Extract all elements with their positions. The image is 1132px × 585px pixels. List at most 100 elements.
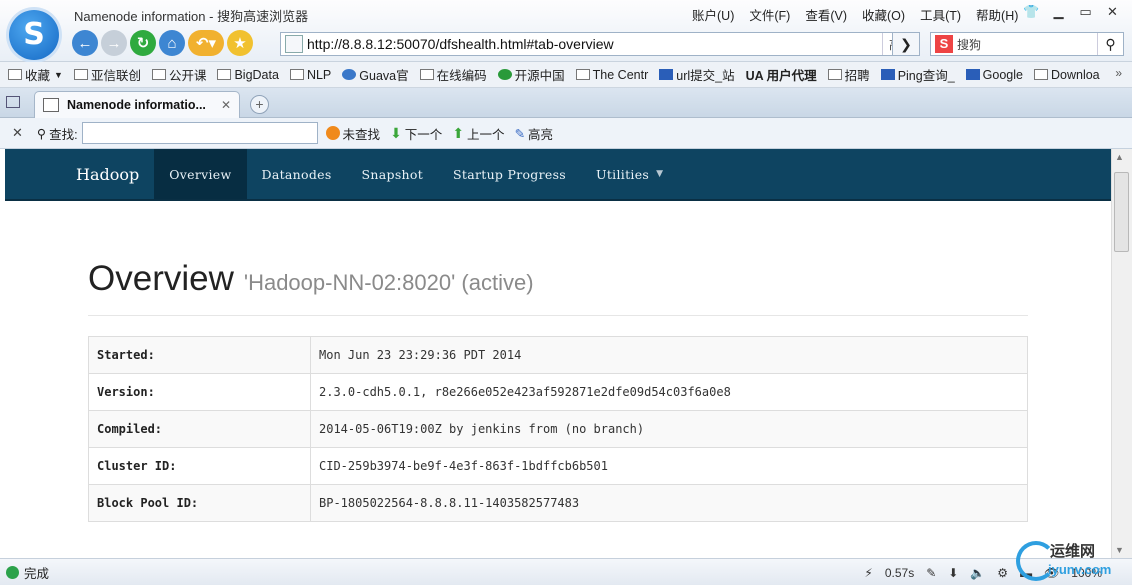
magnifier-icon: ⚲ [36, 126, 47, 141]
bookmark-item[interactable]: 在线编码 [419, 65, 487, 84]
bookmark-favorites[interactable]: 收藏 ▼ [8, 65, 63, 84]
vertical-scrollbar[interactable]: ▲ ▼ [1111, 149, 1132, 558]
find-next-button[interactable]: ⬇ 下一个 [390, 124, 442, 143]
hadoop-brand[interactable]: Hadoop [76, 149, 139, 199]
watermark-domain: iyunv.com [1048, 562, 1112, 577]
bookmark-item[interactable]: BigData [217, 68, 279, 82]
maximize-icon[interactable]: ▭ [1072, 2, 1099, 22]
table-row: Cluster ID: CID-259b3974-be9f-4e3f-863f-… [88, 447, 1028, 485]
folder-icon [151, 69, 166, 80]
download-icon[interactable]: ⬇ [948, 566, 958, 580]
sogou-search-icon[interactable]: S [935, 35, 953, 53]
bookmark-item[interactable]: 公开课 [151, 65, 207, 84]
check-icon [6, 565, 19, 579]
status-bar: 完成 ⚡ 0.57s ✎ ⬇ 🔈 ⚙ ▬ 👁 100% [0, 558, 1132, 585]
namenode-subtitle: 'Hadoop-NN-02:8020' (active) [243, 270, 534, 295]
volume-icon[interactable]: 🔈 [970, 566, 985, 580]
row-value: BP-1805022564-8.8.8.11-1403582577483 [310, 484, 1028, 522]
bookmark-label: 在线编码 [436, 69, 487, 83]
folder-icon [827, 69, 842, 80]
bookmark-label: 公开课 [168, 69, 207, 83]
bookmark-label: 收藏 [25, 69, 51, 83]
bookmark-item[interactable]: url提交_站 [659, 65, 735, 84]
new-tab-button[interactable]: + [250, 95, 269, 114]
nav-label: Datanodes [261, 166, 332, 182]
find-prev-button[interactable]: ⬆ 上一个 [452, 124, 504, 143]
table-row: Compiled: 2014-05-06T19:00Z by jenkins f… [88, 410, 1028, 448]
bookmark-item[interactable]: NLP [289, 68, 331, 82]
warning-icon [325, 126, 340, 140]
row-value: 2.3.0-cdh5.0.1, r8e266e052e423af592871e2… [310, 373, 1028, 411]
find-bar: ✕ ⚲ 查找: 未查找 ⬇ 下一个 ⬆ 上一个 ✎ 高亮 [0, 118, 1132, 149]
tab-namenode[interactable]: Namenode informatio... ✕ [34, 91, 240, 118]
bookmark-item[interactable]: UA 用户代理 [746, 65, 817, 84]
menu-favorites[interactable]: 收藏(O) [862, 5, 905, 24]
hadoop-navbar: Hadoop Overview Datanodes Snapshot Start… [5, 149, 1111, 201]
menu-view[interactable]: 查看(V) [805, 5, 847, 24]
watermark-name: 运维网 [1050, 543, 1096, 560]
bookmark-label: Ping查询_ [897, 69, 955, 83]
bookmark-item[interactable]: 亚信联创 [73, 65, 141, 84]
bookmark-item[interactable]: 招聘 [827, 65, 870, 84]
search-icon[interactable]: ⚲ [1097, 33, 1123, 55]
highlight-button[interactable]: ✎ 高亮 [515, 124, 554, 143]
nav-overview[interactable]: Overview [154, 149, 247, 199]
refresh-button[interactable]: ↻ [130, 30, 156, 56]
bookmark-label: 亚信联创 [90, 69, 141, 83]
find-label: ⚲ 查找: [37, 124, 78, 143]
find-label-text: 查找: [49, 127, 78, 142]
settings-icon[interactable]: ⚙ [997, 566, 1008, 580]
back-button[interactable]: ← [72, 30, 98, 56]
more-bookmarks-icon[interactable]: » [1115, 66, 1122, 80]
scroll-up-icon[interactable]: ▲ [1115, 152, 1124, 162]
menu-help[interactable]: 帮助(H) [976, 5, 1018, 24]
nav-label: Snapshot [361, 166, 424, 182]
bookmark-item[interactable]: Downloa [1033, 68, 1100, 82]
bookmark-item[interactable]: Ping查询_ [880, 65, 955, 84]
row-key: Block Pool ID: [88, 484, 311, 522]
undo-close-button[interactable]: ↶▾ [188, 30, 224, 56]
folder-icon [419, 69, 434, 80]
minimize-icon[interactable]: ▁ [1045, 2, 1072, 22]
menu-account[interactable]: 账户(U) [692, 5, 734, 24]
url-text[interactable]: http://8.8.8.12:50070/dfshealth.html#tab… [307, 36, 882, 52]
nav-datanodes[interactable]: Datanodes [247, 149, 347, 199]
row-key: Compiled: [88, 410, 311, 448]
folder-icon [217, 69, 232, 80]
nav-startup-progress[interactable]: Startup Progress [438, 149, 581, 199]
iyunv-watermark: 运维网 iyunv.com [1010, 538, 1120, 584]
menu-tools[interactable]: 工具(T) [920, 5, 961, 24]
sogou-browser-logo-icon[interactable] [9, 10, 59, 60]
scrollbar-thumb[interactable] [1114, 172, 1129, 252]
tab-close-icon[interactable]: ✕ [221, 98, 231, 112]
bookmark-item[interactable]: 开源中国 [497, 65, 565, 84]
close-icon[interactable]: ✕ [1099, 2, 1126, 22]
tab-label: Namenode informatio... [67, 98, 206, 112]
menu-file[interactable]: 文件(F) [749, 5, 790, 24]
lightning-icon: ⚡ [864, 565, 873, 580]
home-button[interactable]: ⌂ [159, 30, 185, 56]
search-input[interactable]: 搜狗 [957, 36, 1097, 53]
sidebar-toggle-icon[interactable] [6, 96, 20, 108]
page-icon [880, 69, 895, 80]
find-input[interactable] [81, 122, 318, 144]
folder-icon [289, 69, 304, 80]
favorite-star-button[interactable]: ★ [227, 30, 253, 56]
bookmark-item[interactable]: Google [965, 68, 1023, 82]
forward-button[interactable]: → [101, 30, 127, 56]
nav-label: Startup Progress [453, 166, 567, 182]
bookmark-label: 开源中国 [514, 69, 565, 83]
nav-snapshot[interactable]: Snapshot [347, 149, 438, 199]
bookmark-item[interactable]: The Centr [575, 68, 648, 82]
find-next-label: 下一个 [404, 127, 443, 142]
skin-icon[interactable]: 👕 [1018, 2, 1045, 22]
bookmarks-bar: 收藏 ▼ 亚信联创 公开课 BigData NLP Guava官 在线编码 开源中… [0, 62, 1132, 88]
bookmark-item[interactable]: Guava官 [342, 65, 409, 84]
close-find-icon[interactable]: ✕ [12, 125, 23, 141]
nav-utilities[interactable]: Utilities ▼ [581, 149, 678, 199]
search-box[interactable]: S 搜狗 ⚲ [930, 32, 1124, 56]
edit-icon[interactable]: ✎ [926, 566, 936, 580]
caret-down-icon: ▼ [656, 169, 664, 179]
address-bar[interactable]: http://8.8.8.12:50070/dfshealth.html#tab… [280, 32, 920, 56]
go-forward-button[interactable]: ❯ [892, 32, 920, 56]
